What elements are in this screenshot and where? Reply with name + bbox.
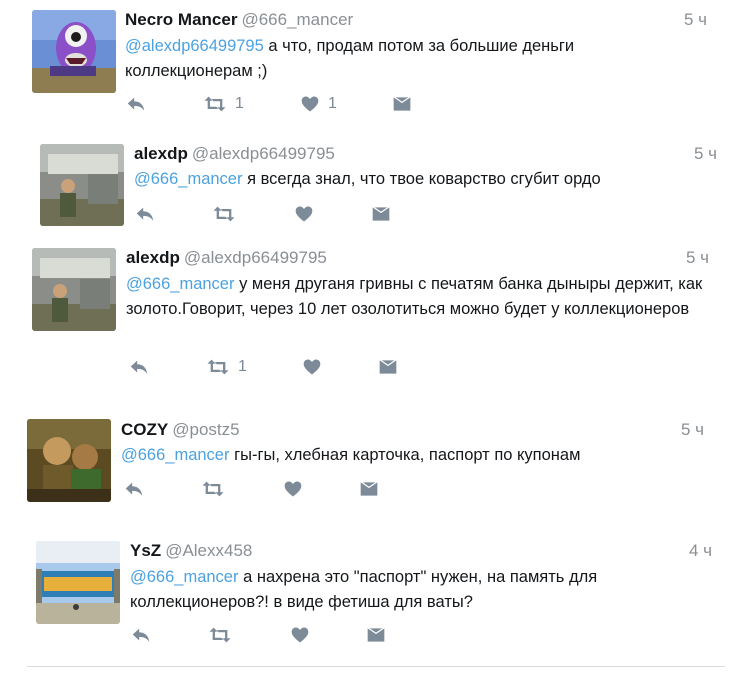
display-name[interactable]: Necro Mancer [125, 10, 237, 29]
tweet-text: @666_mancer я всегда знал, что твое кова… [134, 167, 694, 192]
like-button[interactable] [294, 203, 322, 225]
mention-link[interactable]: @alexdp66499795 [125, 37, 264, 55]
retweet-icon [201, 478, 225, 500]
tweet-body: гы-гы, хлебная карточка, паспорт по купо… [229, 446, 581, 464]
avatar[interactable] [40, 144, 124, 226]
reply-button[interactable] [134, 203, 156, 225]
direct-message-icon [371, 204, 391, 224]
retweet-button[interactable] [212, 203, 244, 225]
retweet-icon [212, 203, 236, 225]
direct-message-button[interactable] [366, 624, 386, 646]
tweet-header: alexdp @alexdp66499795 [134, 144, 335, 164]
tweet-actions: 1 [128, 356, 428, 378]
like-button[interactable] [283, 478, 311, 500]
like-button[interactable]: 1 [300, 93, 337, 115]
tweet-actions: 1 1 [125, 93, 425, 115]
like-button[interactable] [302, 356, 330, 378]
mention-link[interactable]: @666_mancer [121, 446, 229, 464]
direct-message-button[interactable] [392, 93, 412, 115]
reply-button[interactable] [123, 478, 145, 500]
avatar[interactable] [32, 10, 116, 93]
avatar-image [36, 541, 120, 624]
tweet-actions [134, 203, 434, 225]
reply-button[interactable] [130, 624, 152, 646]
direct-message-icon [378, 357, 398, 377]
display-name[interactable]: COZY [121, 420, 168, 439]
reply-button[interactable] [125, 93, 147, 115]
retweet-icon [206, 356, 230, 378]
avatar-image [32, 10, 116, 93]
avatar[interactable] [27, 419, 111, 502]
avatar[interactable] [32, 248, 116, 331]
avatar-image [27, 419, 111, 502]
mention-link[interactable]: @666_mancer [134, 170, 242, 188]
tweet-actions [123, 478, 423, 500]
username[interactable]: @postz5 [172, 420, 239, 439]
tweet-header: Necro Mancer @666_mancer [125, 10, 353, 30]
retweet-button[interactable] [208, 624, 240, 646]
username[interactable]: @alexdp66499795 [192, 144, 335, 163]
reply-icon [125, 93, 147, 115]
reply-icon [134, 203, 156, 225]
tweet-text: @alexdp66499795 а что, продам потом за б… [125, 34, 665, 84]
display-name[interactable]: alexdp [134, 144, 188, 163]
tweet-header: COZY @postz5 [121, 420, 240, 440]
direct-message-button[interactable] [378, 356, 398, 378]
tweet-actions [130, 624, 430, 646]
reply-icon [130, 624, 152, 646]
display-name[interactable]: YsZ [130, 541, 161, 560]
display-name[interactable]: alexdp [126, 248, 180, 267]
timestamp[interactable]: 5 ч [681, 420, 704, 440]
direct-message-icon [359, 479, 379, 499]
divider [27, 666, 725, 667]
tweet-text: @666_mancer гы-гы, хлебная карточка, пас… [121, 443, 681, 468]
retweet-button[interactable]: 1 [203, 93, 244, 115]
timestamp[interactable]: 4 ч [689, 541, 712, 561]
heart-icon [302, 357, 322, 377]
tweet-header: YsZ @Alexx458 [130, 541, 252, 561]
mention-link[interactable]: @666_mancer [130, 568, 238, 586]
retweet-count: 1 [238, 358, 247, 375]
tweet-body: я всегда знал, что твое коварство сгубит… [242, 170, 601, 188]
direct-message-button[interactable] [371, 203, 391, 225]
avatar-image [32, 248, 116, 331]
reply-button[interactable] [128, 356, 150, 378]
mention-link[interactable]: @666_mancer [126, 275, 234, 293]
heart-icon [283, 479, 303, 499]
reply-icon [128, 356, 150, 378]
timestamp[interactable]: 5 ч [694, 144, 717, 164]
username[interactable]: @Alexx458 [165, 541, 252, 560]
tweet-text: @666_mancer а нахрена это "паспорт" нуже… [130, 565, 670, 615]
username[interactable]: @alexdp66499795 [184, 248, 327, 267]
retweet-icon [203, 93, 227, 115]
timestamp[interactable]: 5 ч [686, 248, 709, 268]
direct-message-icon [366, 625, 386, 645]
avatar-image [40, 144, 124, 226]
heart-icon [300, 94, 320, 114]
heart-icon [294, 204, 314, 224]
avatar[interactable] [36, 541, 120, 624]
timestamp[interactable]: 5 ч [684, 10, 707, 30]
direct-message-button[interactable] [359, 478, 379, 500]
retweet-icon [208, 624, 232, 646]
retweet-count: 1 [235, 95, 244, 112]
heart-icon [290, 625, 310, 645]
username[interactable]: @666_mancer [241, 10, 353, 29]
tweet-header: alexdp @alexdp66499795 [126, 248, 327, 268]
like-button[interactable] [290, 624, 318, 646]
retweet-button[interactable]: 1 [206, 356, 247, 378]
tweet-text: @666_mancer у меня друганя гривны с печа… [126, 272, 710, 322]
direct-message-icon [392, 94, 412, 114]
retweet-button[interactable] [201, 478, 233, 500]
reply-icon [123, 478, 145, 500]
like-count: 1 [328, 95, 337, 112]
